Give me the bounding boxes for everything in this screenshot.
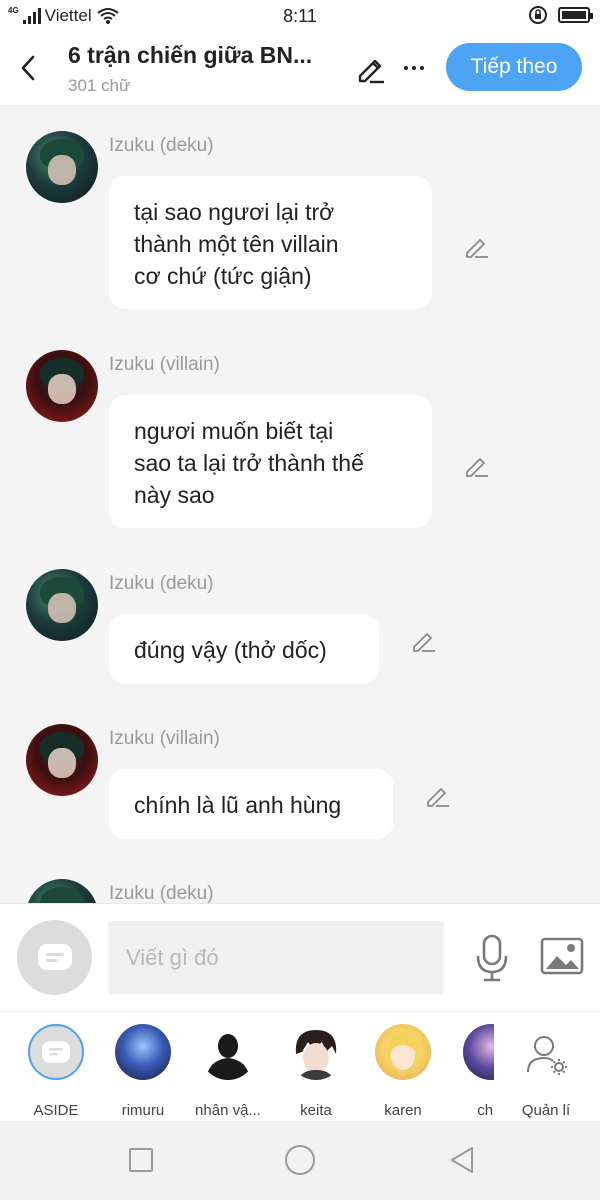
avatar	[115, 1024, 171, 1080]
message-bubble[interactable]: tại sao ngươi lại trở thành một tên vill…	[109, 176, 432, 309]
status-bar: 4G Viettel 8:11	[0, 0, 600, 34]
avatar[interactable]	[26, 350, 98, 422]
sender-name: Izuku (villain)	[109, 728, 220, 749]
message-bubble[interactable]: chính là lũ anh hùng	[109, 769, 393, 839]
avatar	[375, 1024, 431, 1080]
person-silhouette-icon	[206, 1034, 250, 1080]
dot-icon	[404, 66, 408, 70]
message-input[interactable]	[108, 921, 444, 994]
user-settings-icon	[527, 1036, 567, 1075]
rotation-lock-icon	[529, 6, 547, 24]
message-text: ngươi muốn biết tại sao ta lại trở thành…	[134, 418, 364, 508]
aside-toggle-button[interactable]	[17, 920, 92, 995]
message-bubble[interactable]: ngươi muốn biết tại sao ta lại trở thành…	[109, 395, 432, 528]
image-icon[interactable]	[540, 936, 584, 976]
message-bubble[interactable]: đúng vậy (thở dốc)	[109, 614, 379, 684]
character-chia[interactable]: chia	[448, 1024, 494, 1116]
page-title: 6 trận chiến giữa BN...	[68, 42, 313, 68]
anime-boy-avatar	[295, 1030, 337, 1080]
manage-characters-button[interactable]: Quản lí	[503, 1024, 589, 1119]
dot-icon	[420, 66, 424, 70]
next-button[interactable]: Tiếp theo	[446, 43, 582, 91]
system-nav-bar	[0, 1121, 600, 1200]
character-keita[interactable]: keita	[273, 1024, 359, 1119]
chat-bubble-icon	[42, 1041, 70, 1063]
composer-bar	[0, 903, 600, 1011]
character-selector: ASIDE rimuru nhân vậ... keita karen ch Q…	[0, 1011, 600, 1121]
message-text: chính là lũ anh hùng	[134, 792, 342, 818]
anime-girl-avatar	[386, 1032, 420, 1070]
avatar[interactable]	[26, 569, 98, 641]
battery-icon	[558, 7, 593, 23]
message-text: tại sao ngươi lại trở thành một tên vill…	[134, 199, 339, 289]
sender-name: Izuku (deku)	[109, 883, 214, 903]
character-name: nhân vậ...	[195, 1102, 261, 1119]
message-list[interactable]: Izuku (deku) tại sao ngươi lại trở thành…	[0, 107, 600, 903]
chevron-left-icon	[21, 55, 35, 81]
character-karen[interactable]: karen	[360, 1024, 446, 1119]
sender-name: Izuku (deku)	[109, 135, 214, 156]
pencil-icon	[358, 59, 384, 84]
edit-message-icon[interactable]	[463, 233, 489, 259]
avatar[interactable]	[26, 879, 98, 903]
avatar	[28, 1024, 84, 1080]
recent-apps-button[interactable]	[129, 1148, 153, 1172]
character-name: rimuru	[121, 1102, 165, 1119]
sender-name: Izuku (villain)	[109, 354, 220, 375]
back-triangle-icon[interactable]	[448, 1145, 476, 1175]
edit-title-button[interactable]	[354, 52, 386, 84]
edit-message-icon[interactable]	[410, 627, 436, 653]
more-options-button[interactable]	[400, 52, 428, 84]
character-name: karen	[384, 1102, 422, 1119]
character-aside[interactable]: ASIDE	[13, 1024, 99, 1119]
home-button[interactable]	[285, 1145, 315, 1175]
sender-name: Izuku (deku)	[109, 573, 214, 594]
edit-message-icon[interactable]	[424, 782, 450, 808]
manage-label: Quản lí	[521, 1102, 571, 1119]
avatar	[463, 1024, 494, 1080]
avatar[interactable]	[26, 131, 98, 203]
back-button[interactable]	[14, 50, 42, 86]
avatar	[288, 1024, 344, 1080]
avatar[interactable]	[26, 724, 98, 796]
status-right	[528, 5, 593, 25]
dot-icon	[412, 66, 416, 70]
avatar	[200, 1024, 256, 1080]
edit-message-icon[interactable]	[463, 452, 489, 478]
character-name: ASIDE	[33, 1102, 79, 1119]
chat-bubble-icon	[37, 943, 72, 970]
message-text: đúng vậy (thở dốc)	[134, 637, 327, 663]
character-rimuru[interactable]: rimuru	[100, 1024, 186, 1119]
character-name: keita	[300, 1102, 332, 1119]
microphone-icon[interactable]	[474, 934, 510, 982]
status-time: 8:11	[283, 6, 317, 26]
word-count: 301 chữ	[68, 76, 131, 95]
character-nhan-vat[interactable]: nhân vậ...	[185, 1024, 271, 1119]
character-name: chia	[477, 1102, 494, 1116]
header: 6 trận chiến giữa BN... 301 chữ Tiếp the…	[0, 34, 600, 106]
